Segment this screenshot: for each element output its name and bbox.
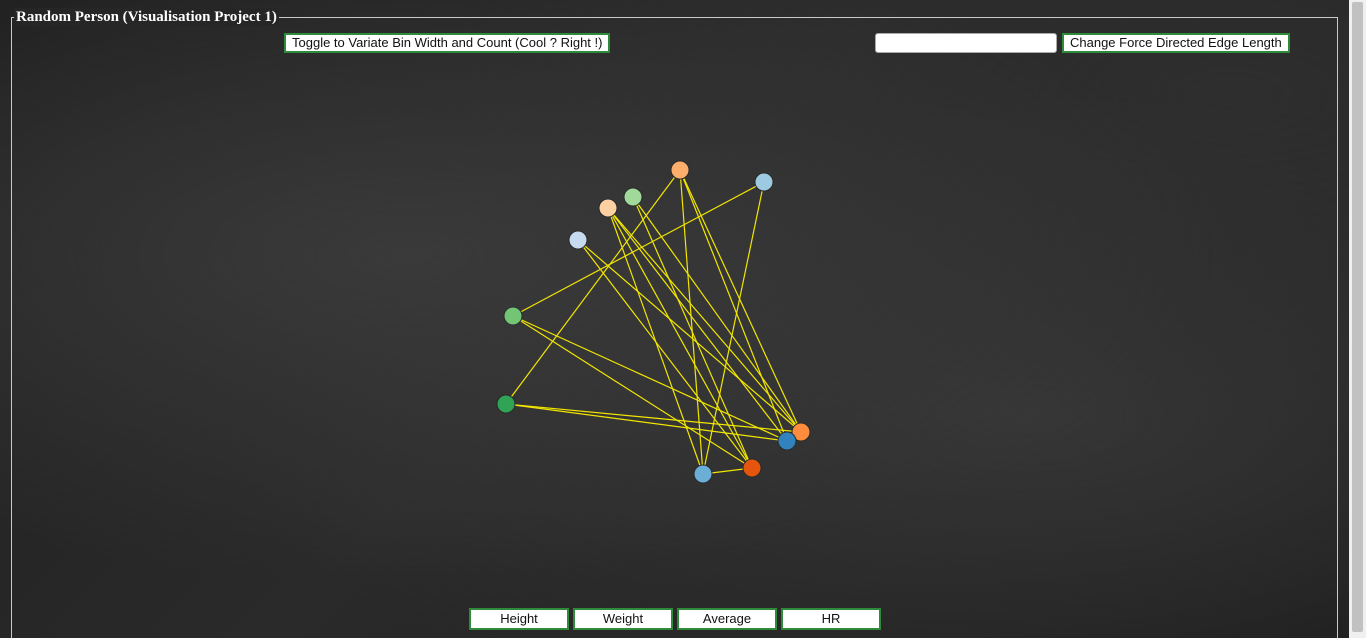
graph-node[interactable] <box>754 172 774 192</box>
scrollbar-thumb[interactable] <box>1352 2 1363 632</box>
graph-edges <box>505 169 802 475</box>
graph-node[interactable] <box>623 187 643 207</box>
graph-edge <box>577 239 802 433</box>
graph-edge <box>607 207 802 433</box>
graph-node[interactable] <box>568 230 588 250</box>
graph-edge <box>679 169 788 442</box>
graph-edge <box>505 403 802 433</box>
graph-nodes <box>496 160 811 484</box>
graph-node[interactable] <box>742 458 762 478</box>
height-button[interactable]: Height <box>469 608 569 630</box>
hr-button[interactable]: HR <box>781 608 881 630</box>
graph-node[interactable] <box>693 464 713 484</box>
graph-node[interactable] <box>503 306 523 326</box>
graph-node[interactable] <box>598 198 618 218</box>
graph-edge <box>607 207 753 469</box>
graph-node[interactable] <box>777 431 797 451</box>
graph-edge <box>505 169 681 405</box>
graph-edge <box>679 169 802 433</box>
weight-button[interactable]: Weight <box>573 608 673 630</box>
graph-edge <box>505 403 788 442</box>
graph-node[interactable] <box>496 394 516 414</box>
graph-edge <box>632 196 753 469</box>
vertical-scrollbar[interactable] <box>1349 0 1366 638</box>
graph-edge <box>512 315 753 469</box>
graph-edge <box>632 196 802 433</box>
force-directed-graph <box>496 160 811 484</box>
average-button[interactable]: Average <box>677 608 777 630</box>
graph-node[interactable] <box>670 160 690 180</box>
